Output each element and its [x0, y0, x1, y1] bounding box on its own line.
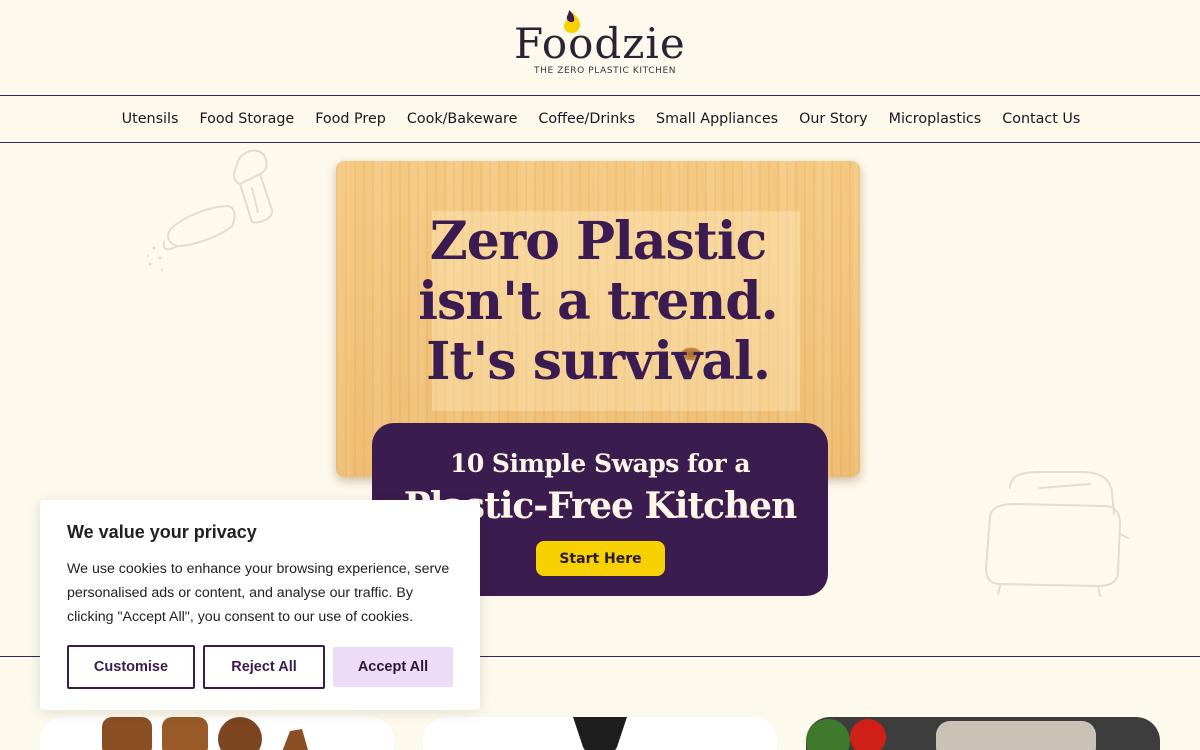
- accept-all-button[interactable]: Accept All: [333, 647, 453, 687]
- logo-wordmark: Foodzie: [514, 19, 686, 68]
- site-header: Foodzie THE ZERO PLASTIC KITCHEN: [0, 0, 1200, 96]
- reject-all-button[interactable]: Reject All: [203, 645, 325, 689]
- nav-item-utensils[interactable]: Utensils: [122, 111, 179, 127]
- product-card-food-prep[interactable]: [806, 717, 1160, 750]
- site-logo[interactable]: Foodzie THE ZERO PLASTIC KITCHEN: [514, 8, 689, 80]
- wooden-utensils-image: [102, 717, 308, 750]
- hero-heading: Zero Plastic isn't a trend. It's surviva…: [336, 212, 860, 392]
- nav-item-food-storage[interactable]: Food Storage: [199, 111, 294, 127]
- nav-item-small-appliances[interactable]: Small Appliances: [656, 111, 778, 127]
- product-card-utensils[interactable]: [40, 717, 394, 750]
- main-nav: Utensils Food Storage Food Prep Cook/Bak…: [0, 96, 1200, 143]
- cta-subtitle: 10 Simple Swaps for a: [449, 449, 751, 478]
- salt-shaker-icon: [146, 149, 274, 272]
- nav-item-cook-bakeware[interactable]: Cook/Bakeware: [407, 111, 518, 127]
- nav-item-contact-us[interactable]: Contact Us: [1002, 111, 1080, 127]
- product-card-cookware[interactable]: [423, 717, 777, 750]
- nav-item-our-story[interactable]: Our Story: [799, 111, 868, 127]
- nav-item-food-prep[interactable]: Food Prep: [315, 111, 386, 127]
- cookie-title: We value your privacy: [67, 522, 257, 542]
- food-prep-image: [806, 719, 1096, 750]
- cookie-body-text: We use cookies to enhance your browsing …: [67, 561, 450, 625]
- toaster-icon: [984, 471, 1129, 597]
- start-here-button[interactable]: Start Here: [536, 541, 665, 576]
- nav-item-microplastics[interactable]: Microplastics: [889, 111, 982, 127]
- cookware-image: [573, 717, 627, 750]
- customise-button[interactable]: Customise: [67, 645, 195, 689]
- hero-heading-line-3: It's survival.: [426, 331, 771, 392]
- logo-tagline: THE ZERO PLASTIC KITCHEN: [534, 66, 677, 76]
- hero-heading-line-1: Zero Plastic: [429, 211, 767, 272]
- cookie-consent-banner: We value your privacy We use cookies to …: [40, 500, 480, 710]
- hero-heading-line-2: isn't a trend.: [418, 271, 778, 332]
- nav-item-coffee-drinks[interactable]: Coffee/Drinks: [538, 111, 635, 127]
